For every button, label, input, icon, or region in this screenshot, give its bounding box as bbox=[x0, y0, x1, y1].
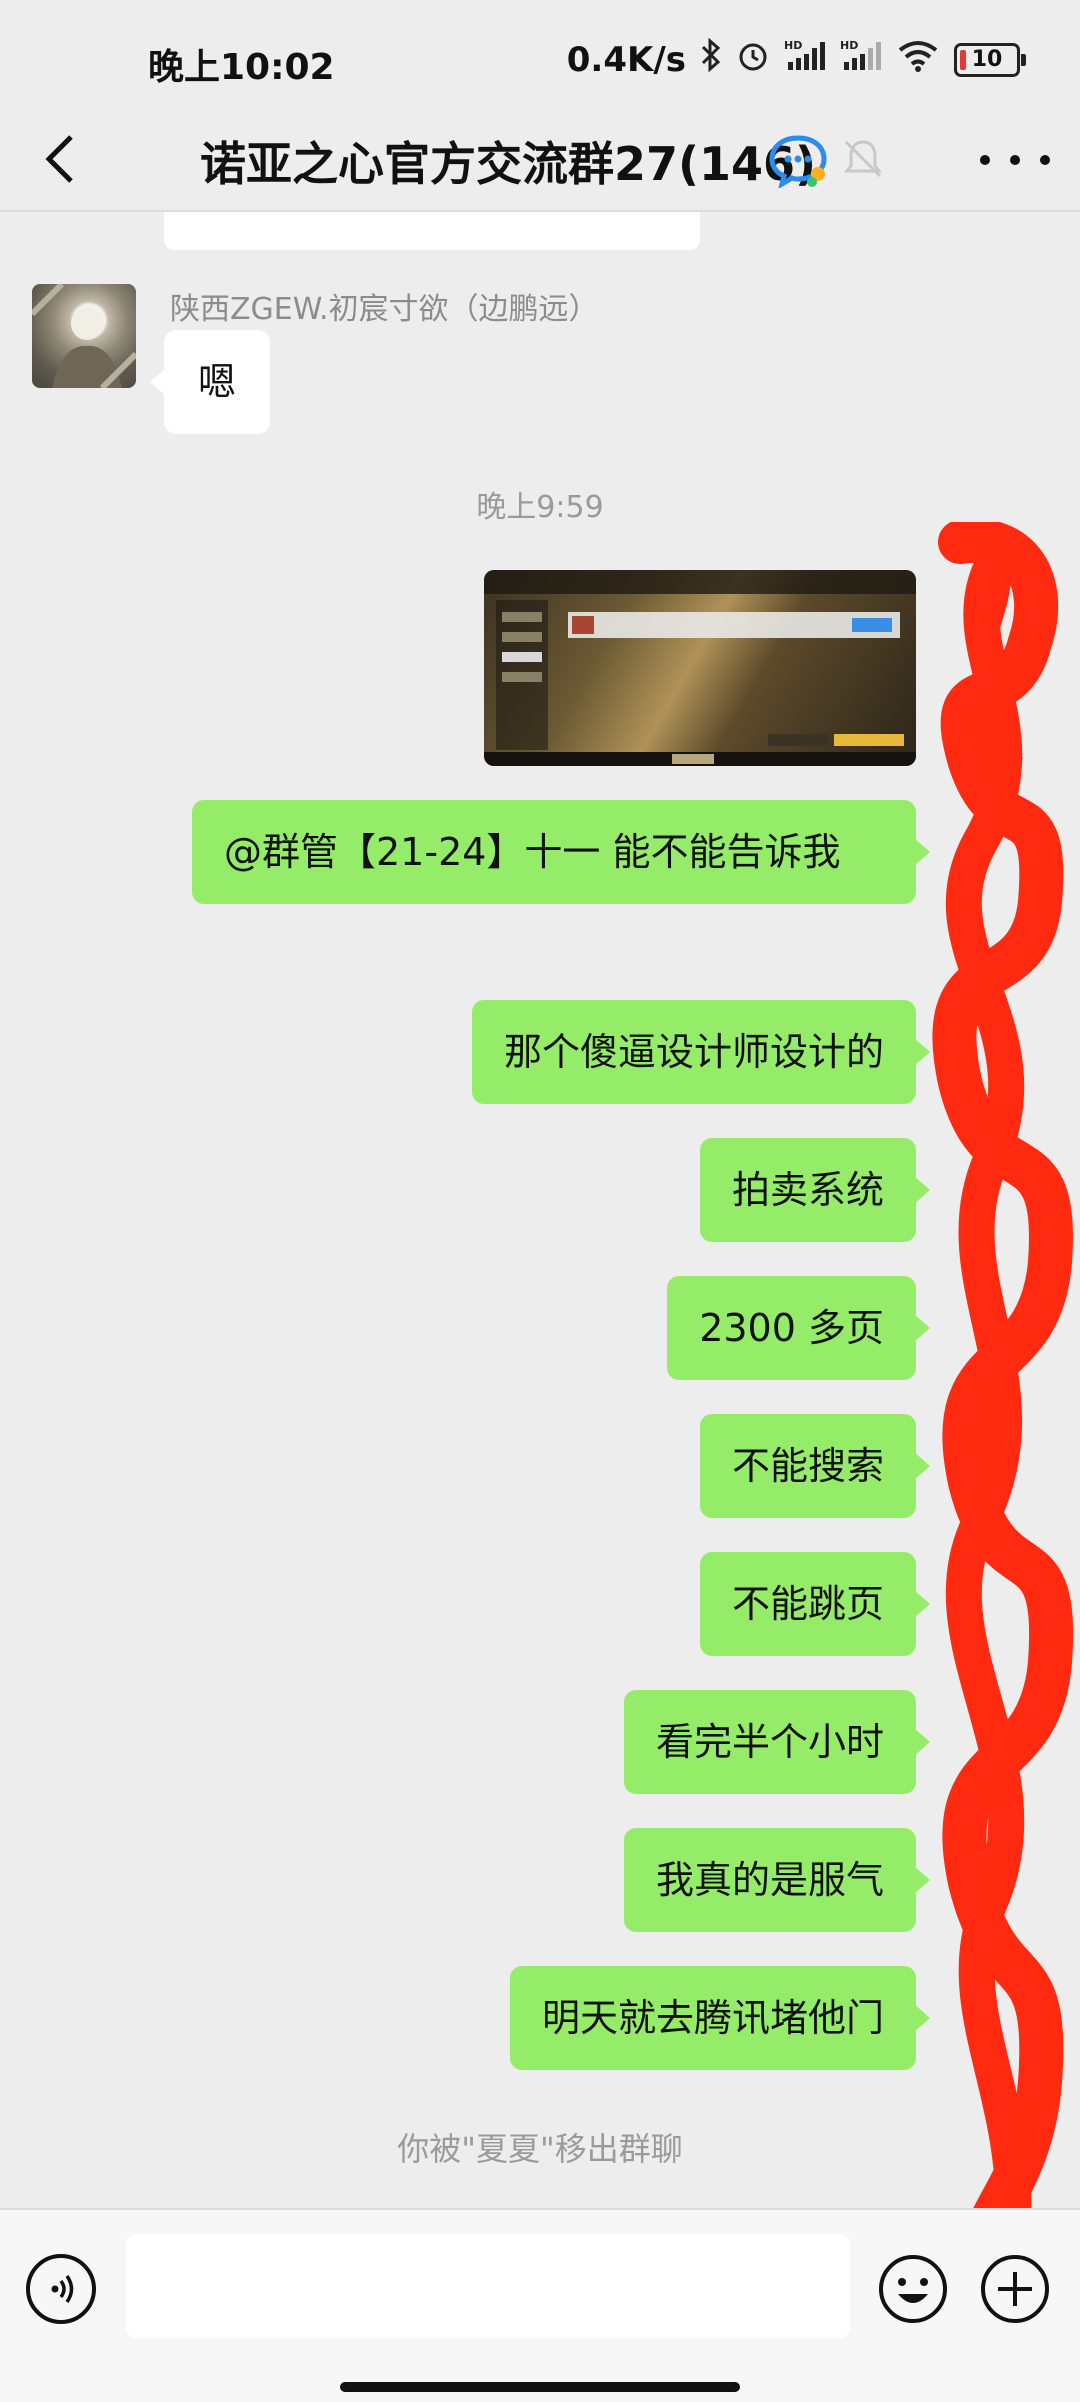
outgoing-message-bubble[interactable]: 那个傻逼设计师设计的 bbox=[471, 1000, 931, 1104]
back-button[interactable] bbox=[26, 124, 96, 194]
previous-message-bubble[interactable] bbox=[164, 212, 700, 250]
battery-icon: 10 bbox=[954, 42, 1026, 77]
outgoing-message-bubble[interactable]: 不能跳页 bbox=[699, 1552, 931, 1656]
input-bar bbox=[0, 2208, 1080, 2402]
outgoing-message-bubble[interactable]: 不能搜索 bbox=[699, 1414, 931, 1518]
outgoing-message-bubble[interactable]: 拍卖系统 bbox=[699, 1138, 931, 1242]
status-bar: 晚上10:02 0.4K/s HD HD 10 bbox=[0, 0, 1080, 120]
status-time: 晚上10:02 bbox=[148, 47, 335, 88]
network-speed: 0.4K/s bbox=[566, 39, 686, 80]
back-arrow-icon bbox=[45, 135, 73, 183]
sender-name: 陕西ZGEW.初宸寸欲（边鹏远） bbox=[170, 292, 599, 327]
bluetooth-icon bbox=[700, 37, 722, 81]
voice-input-button[interactable] bbox=[26, 2254, 96, 2324]
channel-chat-icon[interactable] bbox=[768, 132, 828, 190]
chat-area[interactable]: 陕西ZGEW.初宸寸欲（边鹏远） 嗯 晚上9:59 @群管【21-24】十一 能… bbox=[0, 212, 1080, 2208]
more-options-button[interactable] bbox=[980, 140, 1050, 180]
voice-icon bbox=[51, 2275, 74, 2303]
outgoing-message-bubble[interactable]: 明天就去腾讯堵他门 bbox=[509, 1966, 931, 2070]
more-functions-button[interactable] bbox=[980, 2254, 1050, 2324]
sender-avatar[interactable] bbox=[32, 284, 136, 388]
signal-hd-icon-2: HD bbox=[840, 38, 882, 81]
status-icons: 0.4K/s HD HD 10 bbox=[566, 37, 1026, 81]
more-dot-icon bbox=[980, 155, 990, 165]
outgoing-message-bubble[interactable]: @群管【21-24】十一 能不能告诉我 bbox=[192, 800, 930, 904]
alarm-icon bbox=[736, 38, 770, 81]
plus-icon bbox=[981, 2255, 1049, 2323]
outgoing-message-bubble[interactable]: 2300 多页 bbox=[667, 1276, 930, 1380]
svg-text:HD: HD bbox=[784, 39, 802, 52]
mute-bell-icon bbox=[840, 136, 886, 182]
home-indicator[interactable] bbox=[340, 2382, 740, 2392]
incoming-message-bubble[interactable]: 嗯 bbox=[149, 330, 271, 434]
emoji-icon bbox=[879, 2255, 947, 2323]
signal-hd-icon-1: HD bbox=[784, 38, 826, 81]
message-input[interactable] bbox=[126, 2234, 850, 2338]
outgoing-message-bubble[interactable]: 我真的是服气 bbox=[623, 1828, 931, 1932]
group-title: 诺亚之心官方交流群27(146) bbox=[200, 137, 817, 191]
outgoing-message-bubble[interactable]: 看完半个小时 bbox=[623, 1690, 931, 1794]
time-separator: 晚上9:59 bbox=[476, 490, 604, 525]
emoji-button[interactable] bbox=[878, 2254, 948, 2324]
chat-header: 诺亚之心官方交流群27(146) bbox=[0, 110, 1080, 210]
more-dot-icon bbox=[1010, 155, 1020, 165]
redaction-scribble bbox=[932, 522, 1073, 2208]
image-message[interactable] bbox=[484, 570, 916, 766]
system-notice: 你被"夏夏"移出群聊 bbox=[397, 2130, 683, 2168]
more-dot-icon bbox=[1040, 155, 1050, 165]
wifi-icon bbox=[896, 38, 940, 81]
svg-text:HD: HD bbox=[840, 39, 858, 52]
